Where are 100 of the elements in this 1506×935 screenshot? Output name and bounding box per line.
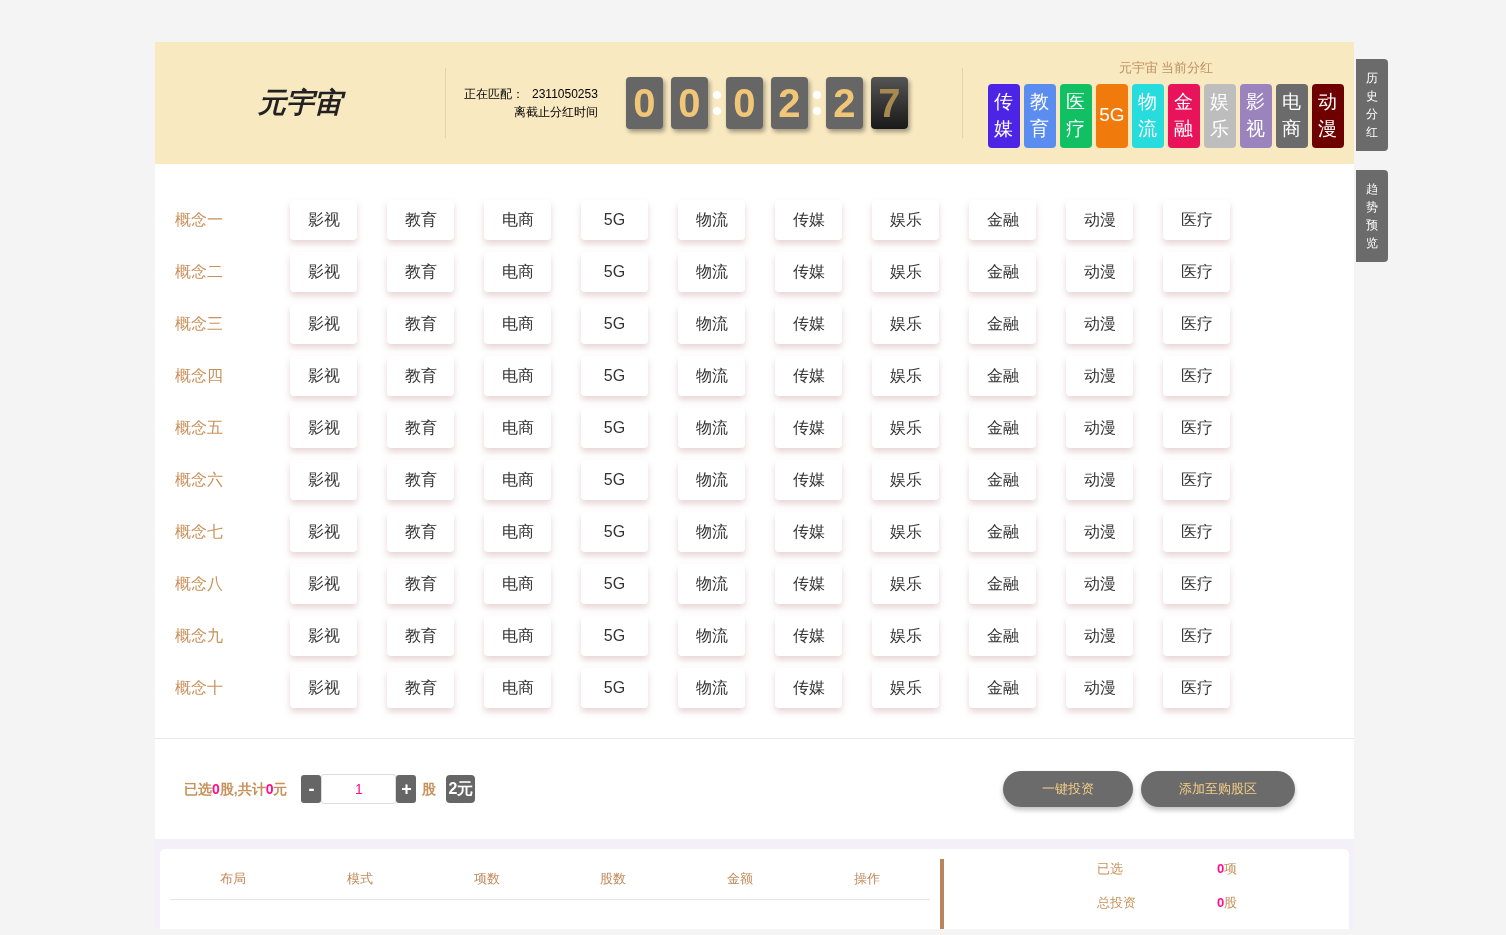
sector-option-button[interactable]: 5G xyxy=(581,564,648,604)
sector-option-button[interactable]: 教育 xyxy=(387,408,454,448)
sector-option-button[interactable]: 动漫 xyxy=(1066,252,1133,292)
sector-option-button[interactable]: 金融 xyxy=(969,356,1036,396)
sector-option-button[interactable]: 医疗 xyxy=(1163,356,1230,396)
sector-option-button[interactable]: 电商 xyxy=(484,460,551,500)
sector-option-button[interactable]: 娱乐 xyxy=(872,460,939,500)
sector-option-button[interactable]: 教育 xyxy=(387,252,454,292)
sector-option-button[interactable]: 5G xyxy=(581,252,648,292)
sector-option-button[interactable]: 影视 xyxy=(290,408,357,448)
sector-option-button[interactable]: 医疗 xyxy=(1163,252,1230,292)
sector-option-button[interactable]: 医疗 xyxy=(1163,564,1230,604)
sector-option-button[interactable]: 5G xyxy=(581,408,648,448)
sector-option-button[interactable]: 金融 xyxy=(969,304,1036,344)
sector-option-button[interactable]: 5G xyxy=(581,616,648,656)
sector-option-button[interactable]: 娱乐 xyxy=(872,252,939,292)
sector-option-button[interactable]: 电商 xyxy=(484,512,551,552)
sector-option-button[interactable]: 动漫 xyxy=(1066,356,1133,396)
sector-option-button[interactable]: 医疗 xyxy=(1163,512,1230,552)
sector-option-button[interactable]: 医疗 xyxy=(1163,408,1230,448)
sector-option-button[interactable]: 动漫 xyxy=(1066,564,1133,604)
sector-option-button[interactable]: 娱乐 xyxy=(872,356,939,396)
sector-option-button[interactable]: 娱乐 xyxy=(872,512,939,552)
sector-option-button[interactable]: 医疗 xyxy=(1163,668,1230,708)
decrease-button[interactable]: - xyxy=(301,775,322,803)
sector-option-button[interactable]: 金融 xyxy=(969,200,1036,240)
sector-option-button[interactable]: 电商 xyxy=(484,616,551,656)
sector-option-button[interactable]: 动漫 xyxy=(1066,304,1133,344)
sector-option-button[interactable]: 影视 xyxy=(290,460,357,500)
sector-option-button[interactable]: 物流 xyxy=(678,356,745,396)
sector-option-button[interactable]: 5G xyxy=(581,512,648,552)
sector-option-button[interactable]: 动漫 xyxy=(1066,460,1133,500)
sector-option-button[interactable]: 医疗 xyxy=(1163,616,1230,656)
sector-option-button[interactable]: 医疗 xyxy=(1163,460,1230,500)
sector-option-button[interactable]: 动漫 xyxy=(1066,616,1133,656)
sector-option-button[interactable]: 物流 xyxy=(678,564,745,604)
sector-option-button[interactable]: 教育 xyxy=(387,304,454,344)
sector-option-button[interactable]: 教育 xyxy=(387,512,454,552)
sector-option-button[interactable]: 传媒 xyxy=(775,200,842,240)
sector-option-button[interactable]: 影视 xyxy=(290,252,357,292)
sector-option-button[interactable]: 教育 xyxy=(387,616,454,656)
sector-option-button[interactable]: 金融 xyxy=(969,616,1036,656)
sector-option-button[interactable]: 物流 xyxy=(678,460,745,500)
sector-option-button[interactable]: 娱乐 xyxy=(872,668,939,708)
sector-option-button[interactable]: 金融 xyxy=(969,252,1036,292)
sector-option-button[interactable]: 电商 xyxy=(484,408,551,448)
sector-option-button[interactable]: 传媒 xyxy=(775,616,842,656)
sector-option-button[interactable]: 物流 xyxy=(678,304,745,344)
sector-option-button[interactable]: 金融 xyxy=(969,668,1036,708)
action-button[interactable]: 添加至购股区 xyxy=(1141,771,1295,807)
sector-option-button[interactable]: 传媒 xyxy=(775,564,842,604)
sector-option-button[interactable]: 教育 xyxy=(387,668,454,708)
sector-option-button[interactable]: 物流 xyxy=(678,408,745,448)
sector-option-button[interactable]: 金融 xyxy=(969,408,1036,448)
sector-option-button[interactable]: 金融 xyxy=(969,512,1036,552)
sector-option-button[interactable]: 动漫 xyxy=(1066,668,1133,708)
sector-option-button[interactable]: 传媒 xyxy=(775,252,842,292)
quantity-field[interactable]: 1 xyxy=(321,774,397,804)
sector-option-button[interactable]: 5G xyxy=(581,200,648,240)
sector-option-button[interactable]: 物流 xyxy=(678,252,745,292)
sector-option-button[interactable]: 5G xyxy=(581,668,648,708)
sector-option-button[interactable]: 电商 xyxy=(484,252,551,292)
sector-option-button[interactable]: 影视 xyxy=(290,200,357,240)
sector-option-button[interactable]: 娱乐 xyxy=(872,304,939,344)
sector-option-button[interactable]: 5G xyxy=(581,460,648,500)
sector-option-button[interactable]: 电商 xyxy=(484,564,551,604)
sector-option-button[interactable]: 电商 xyxy=(484,304,551,344)
sector-option-button[interactable]: 传媒 xyxy=(775,356,842,396)
sector-option-button[interactable]: 医疗 xyxy=(1163,200,1230,240)
sector-option-button[interactable]: 5G xyxy=(581,356,648,396)
sector-option-button[interactable]: 传媒 xyxy=(775,304,842,344)
sector-option-button[interactable]: 电商 xyxy=(484,668,551,708)
sector-option-button[interactable]: 影视 xyxy=(290,564,357,604)
sector-option-button[interactable]: 医疗 xyxy=(1163,304,1230,344)
sector-option-button[interactable]: 动漫 xyxy=(1066,200,1133,240)
sector-option-button[interactable]: 金融 xyxy=(969,564,1036,604)
sector-option-button[interactable]: 影视 xyxy=(290,304,357,344)
sector-option-button[interactable]: 影视 xyxy=(290,668,357,708)
sector-option-button[interactable]: 物流 xyxy=(678,512,745,552)
side-tab[interactable]: 历史分红 xyxy=(1356,59,1388,151)
sector-option-button[interactable]: 传媒 xyxy=(775,668,842,708)
sector-option-button[interactable]: 教育 xyxy=(387,200,454,240)
sector-option-button[interactable]: 电商 xyxy=(484,200,551,240)
sector-option-button[interactable]: 教育 xyxy=(387,356,454,396)
sector-option-button[interactable]: 传媒 xyxy=(775,460,842,500)
action-button[interactable]: 一键投资 xyxy=(1003,771,1133,807)
sector-option-button[interactable]: 影视 xyxy=(290,616,357,656)
sector-option-button[interactable]: 影视 xyxy=(290,356,357,396)
sector-option-button[interactable]: 动漫 xyxy=(1066,512,1133,552)
sector-option-button[interactable]: 娱乐 xyxy=(872,200,939,240)
sector-option-button[interactable]: 教育 xyxy=(387,564,454,604)
sector-option-button[interactable]: 5G xyxy=(581,304,648,344)
sector-option-button[interactable]: 影视 xyxy=(290,512,357,552)
sector-option-button[interactable]: 物流 xyxy=(678,616,745,656)
side-tab[interactable]: 趋势预览 xyxy=(1356,170,1388,262)
sector-option-button[interactable]: 动漫 xyxy=(1066,408,1133,448)
sector-option-button[interactable]: 物流 xyxy=(678,200,745,240)
sector-option-button[interactable]: 传媒 xyxy=(775,512,842,552)
sector-option-button[interactable]: 教育 xyxy=(387,460,454,500)
increase-button[interactable]: + xyxy=(396,775,417,803)
